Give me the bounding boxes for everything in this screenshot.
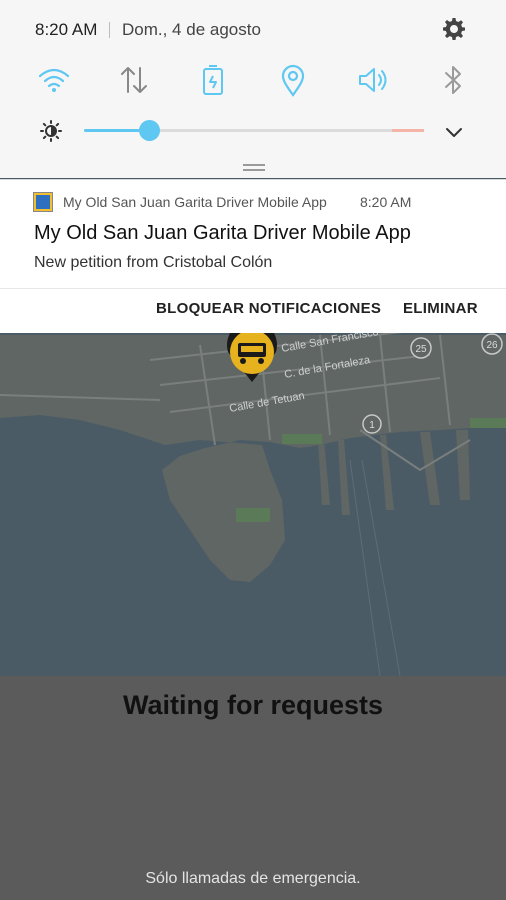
drag-handle[interactable] bbox=[243, 164, 265, 171]
waiting-status: Waiting for requests bbox=[122, 690, 384, 720]
svg-text:25: 25 bbox=[415, 344, 427, 355]
block-notifications-button[interactable]: BLOQUEAR NOTIFICACIONES bbox=[156, 300, 381, 317]
gear-icon[interactable] bbox=[442, 17, 466, 41]
sound-icon[interactable] bbox=[355, 62, 391, 98]
delete-notification-button[interactable]: ELIMINAR bbox=[403, 300, 478, 317]
wifi-icon[interactable] bbox=[36, 62, 72, 98]
location-icon[interactable] bbox=[275, 62, 311, 98]
notification-text: New petition from Cristobal Colón bbox=[34, 254, 273, 271]
app-icon bbox=[33, 192, 53, 212]
bluetooth-icon[interactable] bbox=[435, 62, 471, 98]
data-transfer-icon[interactable] bbox=[116, 62, 152, 98]
notification-time: 8:20 AM bbox=[360, 194, 412, 210]
brightness-slider-thumb[interactable] bbox=[138, 120, 160, 141]
svg-text:26: 26 bbox=[486, 340, 498, 351]
power-saving-icon[interactable] bbox=[195, 62, 231, 98]
date: Dom., 4 de agosto bbox=[122, 20, 261, 39]
divider bbox=[109, 22, 110, 38]
brightness-icon bbox=[40, 120, 62, 142]
svg-text:1: 1 bbox=[369, 420, 375, 431]
emergency-calls-text: Sólo llamadas de emergencia. bbox=[145, 870, 361, 887]
notification-app-name: My Old San Juan Garita Driver Mobile App bbox=[63, 194, 327, 210]
clock: 8:20 AM bbox=[35, 20, 98, 39]
notification-title: My Old San Juan Garita Driver Mobile App bbox=[34, 222, 411, 244]
chevron-down-icon[interactable] bbox=[444, 122, 464, 142]
brightness-slider-high-zone bbox=[392, 129, 424, 132]
